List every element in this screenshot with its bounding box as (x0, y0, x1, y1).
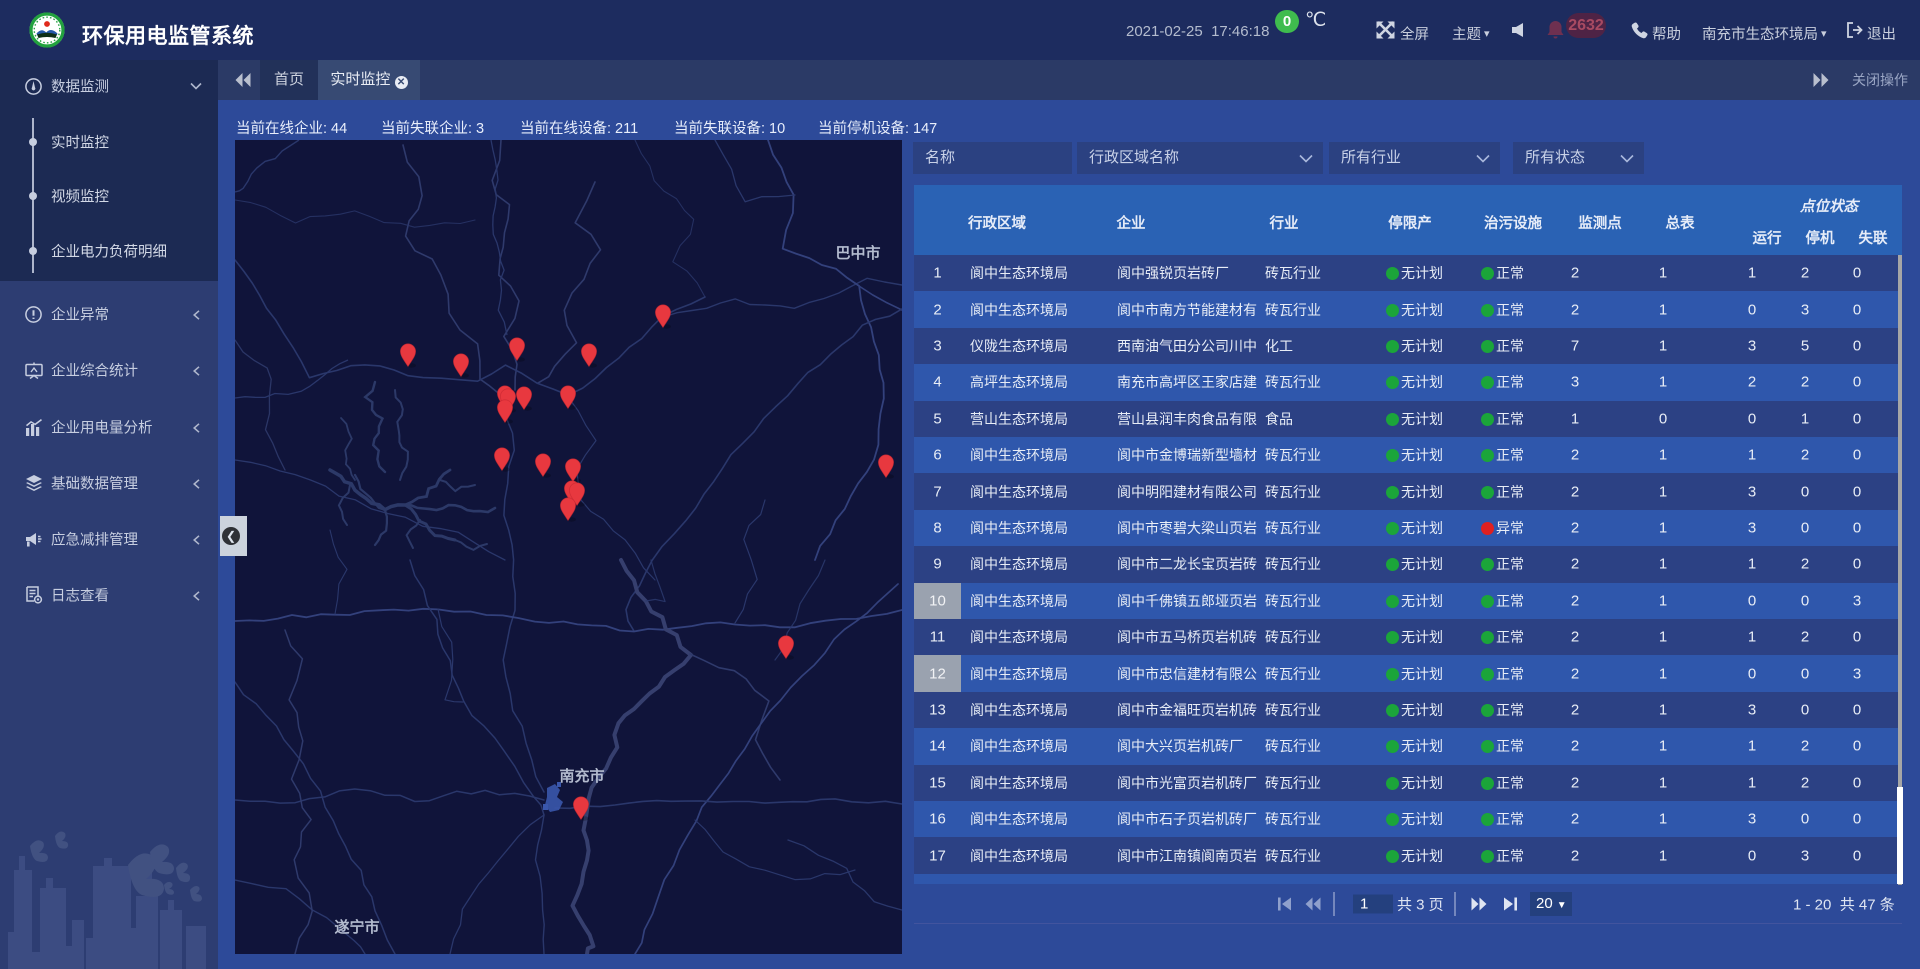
svg-text:南充市: 南充市 (559, 767, 604, 785)
svg-text:遂宁市: 遂宁市 (334, 918, 379, 936)
svg-text:巴中市: 巴中市 (835, 244, 880, 262)
